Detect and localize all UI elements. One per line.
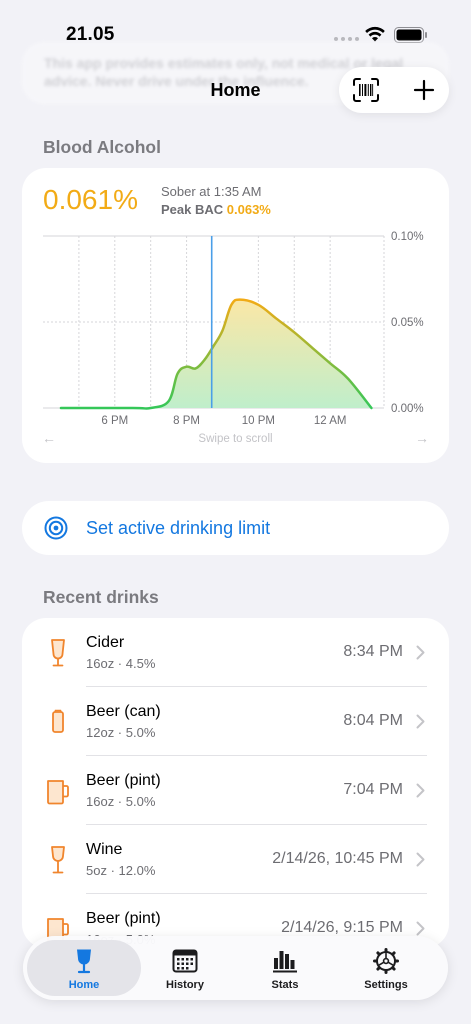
x-axis-ticks: 6 PM 8 PM 10 PM 12 AM	[101, 415, 346, 427]
x-tick-label: 10 PM	[242, 415, 275, 427]
drink-name: Cider	[86, 634, 125, 651]
tab-label: Stats	[271, 979, 299, 991]
tab-home[interactable]: Home	[27, 940, 141, 996]
tab-settings[interactable]: Settings	[338, 940, 434, 996]
scroll-right-arrow[interactable]: →	[415, 430, 429, 446]
drink-time: 8:04 PM	[343, 712, 403, 729]
tab-bar: Home History Stats Settings	[23, 936, 448, 1000]
y-axis-ticks: 0.10% 0.05% 0.00%	[391, 231, 424, 415]
wine-glass-icon	[77, 949, 91, 974]
wine-glass-icon	[51, 846, 65, 874]
drink-name: Beer (can)	[86, 703, 161, 720]
tab-label: History	[166, 979, 204, 991]
cider-glass-icon	[51, 639, 65, 667]
y-tick-label: 0.00%	[391, 403, 424, 415]
drink-detail: 12oz · 5.0%	[86, 725, 156, 740]
drink-name: Beer (pint)	[86, 910, 161, 927]
bac-area	[60, 299, 372, 409]
swipe-hint: Swipe to scroll	[198, 433, 273, 445]
drink-row-beer-pint[interactable]: Beer (pint) 16oz · 5.0% 7:04 PM	[22, 756, 449, 825]
x-tick-label: 12 AM	[314, 415, 347, 427]
bar-chart-icon	[273, 951, 297, 973]
drink-detail: 16oz · 4.5%	[86, 656, 156, 671]
bac-chart[interactable]: 6 PM 8 PM 10 PM 12 AM 0.10% 0.05% 0.00%	[22, 168, 449, 463]
recent-drinks-section-title: Recent drinks	[43, 587, 159, 607]
drink-time: 2/14/26, 10:45 PM	[272, 850, 403, 867]
bac-card[interactable]: 0.061% Sober at 1:35 AM Peak BAC 0.063%	[22, 168, 449, 463]
recent-drinks-list: Cider 16oz · 4.5% 8:34 PM Beer (can) 12o…	[22, 618, 449, 948]
drink-name: Beer (pint)	[86, 772, 161, 789]
wifi-icon	[365, 26, 385, 42]
tab-history[interactable]: History	[137, 940, 233, 996]
chevron-right-icon	[416, 852, 425, 867]
drink-time: 7:04 PM	[343, 781, 403, 798]
chevron-right-icon	[416, 714, 425, 729]
y-tick-label: 0.05%	[391, 317, 424, 329]
chevron-right-icon	[416, 783, 425, 798]
chevron-right-icon	[416, 645, 425, 660]
drink-detail: 16oz · 5.0%	[86, 794, 156, 809]
blood-alcohol-section-title: Blood Alcohol	[43, 137, 161, 157]
add-drink-button[interactable]	[413, 79, 435, 101]
beer-can-icon	[52, 709, 64, 733]
y-tick-label: 0.10%	[391, 231, 424, 243]
drink-row-beer-can[interactable]: Beer (can) 12oz · 5.0% 8:04 PM	[22, 687, 449, 756]
drink-row-cider[interactable]: Cider 16oz · 4.5% 8:34 PM	[22, 618, 449, 687]
drink-time: 8:34 PM	[343, 643, 403, 660]
target-icon	[44, 516, 68, 540]
x-tick-label: 8 PM	[173, 415, 200, 427]
tab-stats[interactable]: Stats	[237, 940, 333, 996]
gear-icon	[373, 948, 399, 974]
x-tick-label: 6 PM	[101, 415, 128, 427]
header-actions	[339, 67, 449, 113]
set-limit-label: Set active drinking limit	[86, 518, 271, 538]
home-screen: 21.05 This app provides estimates only, …	[0, 0, 471, 1024]
set-limit-button[interactable]: Set active drinking limit	[22, 501, 449, 555]
tab-label: Settings	[364, 979, 408, 991]
battery-icon	[394, 27, 427, 43]
drink-name: Wine	[86, 841, 123, 858]
drink-time: 2/14/26, 9:15 PM	[281, 919, 403, 936]
calendar-icon	[172, 949, 198, 973]
drink-row-wine[interactable]: Wine 5oz · 12.0% 2/14/26, 10:45 PM	[22, 825, 449, 894]
tab-label: Home	[68, 979, 100, 991]
cellular-signal-icon	[334, 37, 359, 41]
chevron-right-icon	[416, 921, 425, 936]
barcode-scan-icon[interactable]	[353, 78, 379, 102]
beer-mug-icon	[47, 780, 69, 805]
drink-detail: 5oz · 12.0%	[86, 863, 156, 878]
